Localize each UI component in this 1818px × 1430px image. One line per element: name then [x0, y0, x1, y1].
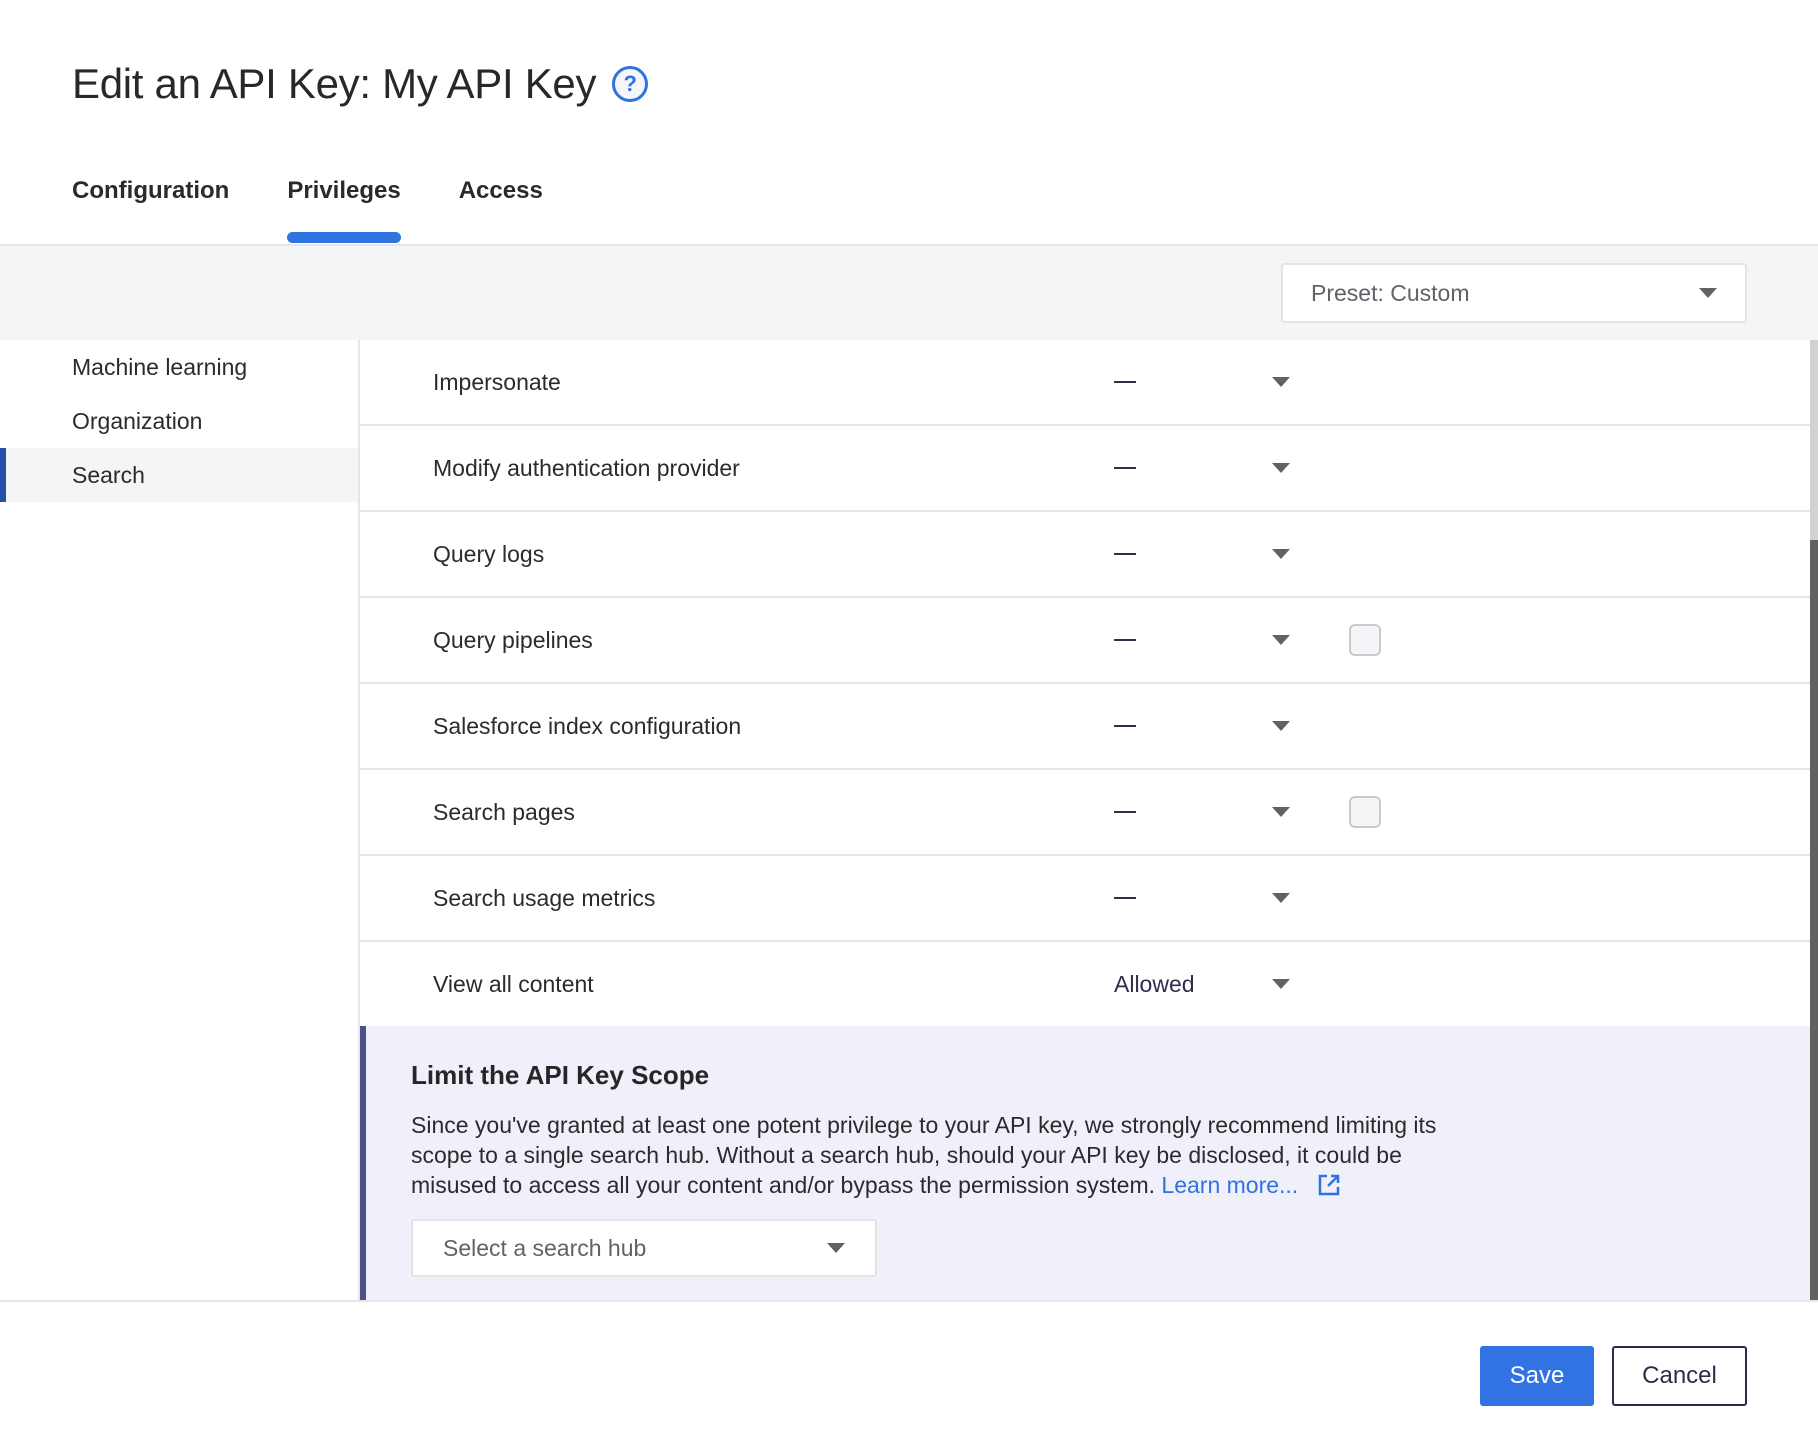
- privilege-row: Search usage metrics: [360, 856, 1810, 942]
- privilege-label: Search pages: [433, 798, 575, 825]
- privilege-row: Modify authentication provider: [360, 426, 1810, 512]
- caret-down-icon: [1699, 288, 1717, 298]
- caret-down-icon[interactable]: [1272, 463, 1290, 473]
- caret-down-icon[interactable]: [1272, 377, 1290, 387]
- privilege-value-none: [1114, 811, 1136, 813]
- privilege-checkbox[interactable]: [1349, 624, 1381, 656]
- search-hub-placeholder: Select a search hub: [443, 1234, 647, 1261]
- sidebar-item-organization[interactable]: Organization: [0, 394, 358, 448]
- title-row: Edit an API Key: My API Key ?: [72, 56, 649, 112]
- footer-divider: [0, 1300, 1818, 1302]
- privilege-value-none: [1114, 553, 1136, 555]
- caret-down-icon[interactable]: [1272, 721, 1290, 731]
- scrollbar-thumb[interactable]: [1810, 540, 1818, 1300]
- privilege-row: Query logs: [360, 512, 1810, 598]
- privilege-value-none: [1114, 381, 1136, 383]
- external-link-icon[interactable]: [1317, 1173, 1341, 1197]
- sidebar-item-machine-learning[interactable]: Machine learning: [0, 340, 358, 394]
- privilege-label: Query logs: [433, 540, 545, 567]
- preset-bar: Preset: Custom: [0, 246, 1818, 340]
- privileges-list: Impersonate Modify authentication provide…: [360, 340, 1810, 1300]
- scope-title: Limit the API Key Scope: [411, 1060, 710, 1090]
- privilege-row: Search pages: [360, 770, 1810, 856]
- learn-more-link[interactable]: Learn more...: [1161, 1172, 1298, 1198]
- privilege-row: Impersonate: [360, 340, 1810, 426]
- tab-configuration[interactable]: Configuration: [72, 170, 229, 244]
- tab-bar: Configuration Privileges Access: [72, 170, 601, 244]
- privilege-row: Salesforce index configuration: [360, 684, 1810, 770]
- tab-access[interactable]: Access: [459, 170, 543, 244]
- preset-select-value: Preset: Custom: [1311, 279, 1470, 306]
- privilege-label: Salesforce index configuration: [433, 712, 742, 739]
- privilege-label: View all content: [433, 970, 594, 997]
- caret-down-icon[interactable]: [1272, 893, 1290, 903]
- privilege-value-none: [1114, 897, 1136, 899]
- tab-privileges[interactable]: Privileges: [287, 170, 402, 244]
- privilege-value: Allowed: [1114, 970, 1195, 997]
- privilege-value-none: [1114, 725, 1136, 727]
- sidebar-item-search[interactable]: Search: [0, 448, 358, 502]
- scrollbar[interactable]: [1810, 340, 1818, 1300]
- caret-down-icon[interactable]: [1272, 979, 1290, 989]
- caret-down-icon: [827, 1243, 845, 1253]
- scope-description: Since you've granted at least one potent…: [411, 1110, 1461, 1200]
- search-hub-select[interactable]: Select a search hub: [411, 1219, 877, 1277]
- question-circle-icon[interactable]: ?: [612, 66, 649, 102]
- preset-select[interactable]: Preset: Custom: [1281, 263, 1747, 323]
- privilege-value-none: [1114, 639, 1136, 641]
- sidebar: Machine learning Organization Search: [0, 340, 358, 1300]
- save-button[interactable]: Save: [1480, 1346, 1594, 1406]
- caret-down-icon[interactable]: [1272, 807, 1290, 817]
- privilege-checkbox[interactable]: [1349, 796, 1381, 828]
- privilege-row: View all content Allowed: [360, 942, 1810, 1028]
- cancel-button[interactable]: Cancel: [1612, 1346, 1747, 1406]
- caret-down-icon[interactable]: [1272, 635, 1290, 645]
- privilege-label: Search usage metrics: [433, 884, 656, 911]
- privilege-row: Query pipelines: [360, 598, 1810, 684]
- privilege-label: Query pipelines: [433, 626, 593, 653]
- caret-down-icon[interactable]: [1272, 549, 1290, 559]
- privilege-label: Modify authentication provider: [433, 454, 740, 481]
- scope-panel: Limit the API Key Scope Since you've gra…: [360, 1026, 1810, 1300]
- privilege-label: Impersonate: [433, 368, 561, 395]
- privilege-value-none: [1114, 467, 1136, 469]
- page-title: Edit an API Key: My API Key: [72, 60, 597, 107]
